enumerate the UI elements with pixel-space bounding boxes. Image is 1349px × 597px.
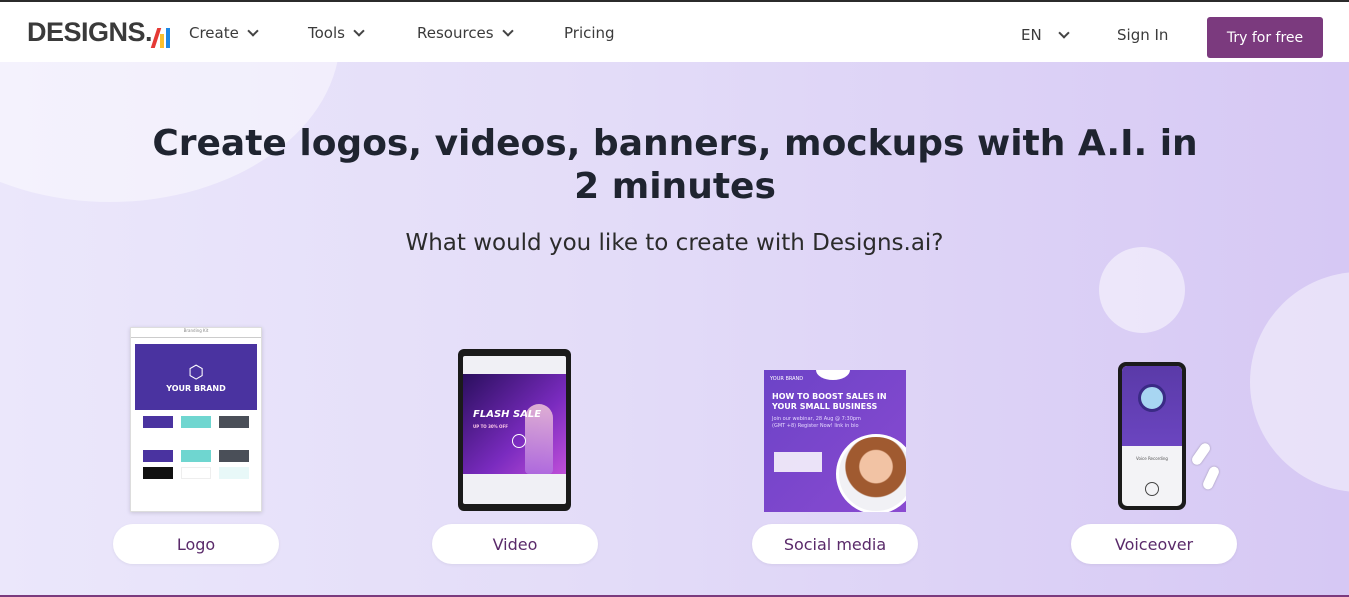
voiceover-button[interactable]: Voiceover: [1071, 524, 1237, 564]
phone-screen: Voice Recording: [1122, 366, 1182, 506]
speaker-tag: [774, 452, 822, 472]
nav-pricing-label: Pricing: [564, 24, 615, 42]
chevron-down-icon: [247, 25, 259, 37]
tablet-screen: FLASH SALE UP TO 30% OFF: [463, 356, 566, 504]
language-selector[interactable]: EN: [1021, 26, 1070, 44]
hero-section: Create logos, videos, banners, mockups w…: [0, 62, 1349, 597]
designs-ai-logo[interactable]: DESIGNS.: [27, 17, 172, 48]
flash-sale-text: FLASH SALE UP TO 30% OFF: [473, 409, 542, 430]
social-media-button[interactable]: Social media: [752, 524, 918, 564]
social-media-preview-image[interactable]: YOUR BRAND HOW TO BOOST SALES IN YOUR SM…: [764, 370, 906, 512]
decorative-circle: [1099, 247, 1185, 333]
chevron-down-icon: [501, 25, 514, 37]
chevron-down-icon: [353, 25, 365, 37]
voiceover-preview-image[interactable]: Voice Recording: [1118, 362, 1186, 510]
nav-tools[interactable]: Tools: [308, 24, 365, 42]
earbud-image: [1201, 465, 1221, 491]
language-label: EN: [1021, 26, 1042, 44]
nav-resources[interactable]: Resources: [417, 24, 514, 42]
video-preview-image[interactable]: FLASH SALE UP TO 30% OFF: [458, 349, 571, 511]
video-frame: FLASH SALE UP TO 30% OFF: [463, 374, 566, 474]
hexagon-logo-icon: ⬡: [188, 361, 204, 383]
decorative-circle: [1250, 272, 1349, 492]
video-button[interactable]: Video: [432, 524, 598, 564]
chevron-down-icon: [1058, 27, 1070, 39]
color-swatches: [131, 410, 261, 485]
nav-resources-label: Resources: [417, 24, 494, 42]
try-for-free-button[interactable]: Try for free: [1207, 17, 1323, 58]
earbud-image: [1190, 441, 1212, 467]
logo-button[interactable]: Logo: [113, 524, 279, 564]
social-title: HOW TO BOOST SALES IN YOUR SMALL BUSINES…: [772, 392, 887, 411]
top-navigation: DESIGNS. Create Tools Resources Pricing …: [0, 0, 1349, 62]
nav-create-label: Create: [189, 24, 239, 42]
microphone-icon: [1138, 384, 1166, 412]
brand-title: YOUR BRAND: [166, 383, 226, 393]
nav-create[interactable]: Create: [189, 24, 259, 42]
logo-text: DESIGNS.: [27, 17, 153, 47]
play-icon: [512, 434, 526, 448]
nav-tools-label: Tools: [308, 24, 345, 42]
hero-subheadline: What would you like to create with Desig…: [405, 230, 944, 256]
social-body: Join our webinar, 28 Aug @ 7:30pm (GMT +…: [772, 416, 861, 429]
hero-headline: Create logos, videos, banners, mockups w…: [152, 123, 1198, 207]
recording-caption: Voice Recording: [1136, 456, 1168, 461]
recording-panel: [1122, 366, 1182, 446]
social-brand: YOUR BRAND: [770, 376, 804, 382]
play-icon: [1145, 482, 1159, 496]
logo-preview-image[interactable]: Branding Kit ⬡ YOUR BRAND: [130, 327, 262, 512]
doc-header: Branding Kit: [131, 328, 261, 338]
ai-mark-icon: [150, 26, 172, 48]
nav-pricing[interactable]: Pricing: [564, 24, 615, 42]
brand-block: ⬡ YOUR BRAND: [135, 344, 257, 410]
speaker-photo: [836, 434, 906, 512]
sign-in-link[interactable]: Sign In: [1117, 26, 1168, 44]
decorative-circle: [816, 370, 850, 380]
